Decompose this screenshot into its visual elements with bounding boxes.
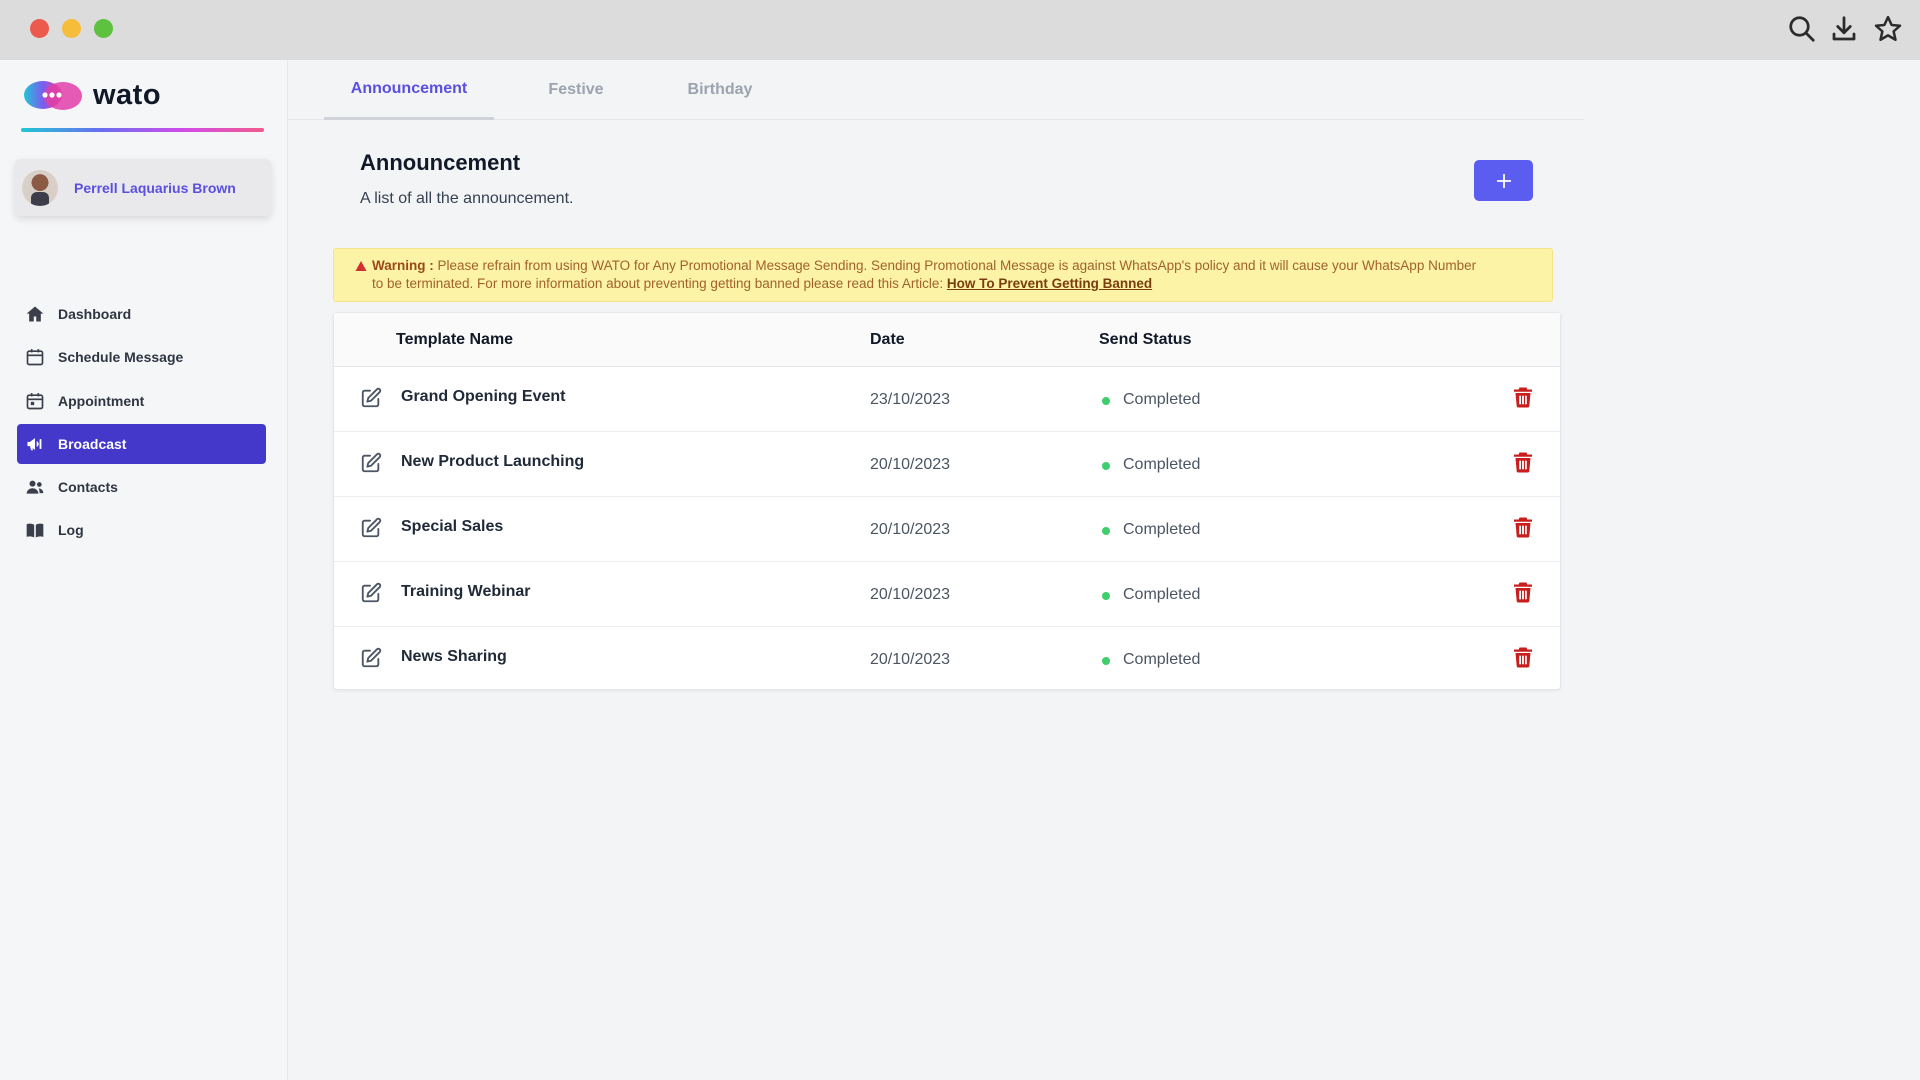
warning-triangle-icon (355, 261, 367, 271)
add-announcement-button[interactable] (1474, 160, 1533, 201)
megaphone-icon (24, 433, 46, 455)
user-profile-card[interactable]: Perrell Laquarius Brown (15, 159, 271, 216)
column-header-send-status: Send Status (1099, 331, 1192, 348)
status-dot (1102, 527, 1110, 535)
sidebar-item-dashboard[interactable]: Dashboard (17, 294, 266, 334)
send-date: 20/10/2023 (870, 651, 951, 668)
sidebar-item-label: Broadcast (58, 435, 127, 452)
user-name: Perrell Laquarius Brown (74, 179, 236, 196)
send-date: 20/10/2023 (870, 521, 951, 538)
prevent-banned-article-link[interactable]: How To Prevent Getting Banned (947, 276, 1152, 291)
trash-icon[interactable] (1513, 451, 1533, 473)
sidebar-item-label: Appointment (58, 392, 145, 409)
search-icon[interactable] (1787, 14, 1817, 44)
tab-announcement[interactable]: Announcement (324, 60, 494, 120)
template-name: New Product Launching (401, 453, 585, 470)
sidebar-item-label: Contacts (58, 479, 118, 496)
table-row: New Product Launching 20/10/2023 Complet… (334, 432, 1560, 497)
trash-icon[interactable] (1513, 581, 1533, 603)
star-icon[interactable] (1873, 14, 1903, 44)
window-maximize-button[interactable] (94, 19, 113, 38)
warning-line-2: to be terminated. For more information a… (372, 275, 1534, 293)
brand-logo[interactable]: wato (21, 75, 161, 115)
send-status: Completed (1123, 586, 1201, 603)
calendar-icon (24, 346, 46, 368)
tab-birthday[interactable]: Birthday (650, 60, 790, 120)
sidebar-item-label: Log (58, 522, 84, 539)
table-row: Special Sales 20/10/2023 Completed (334, 497, 1560, 562)
table-row: News Sharing 20/10/2023 Completed (334, 627, 1560, 692)
edit-icon[interactable] (360, 452, 382, 474)
send-date: 23/10/2023 (870, 391, 951, 408)
brand-name: wato (93, 78, 162, 111)
column-header-date: Date (870, 331, 905, 348)
edit-icon[interactable] (360, 387, 382, 409)
warning-text-2: to be terminated. For more information a… (372, 276, 944, 291)
edit-icon[interactable] (360, 517, 382, 539)
sidebar-item-broadcast[interactable]: Broadcast (17, 423, 266, 464)
table-row: Training Webinar 20/10/2023 Completed (334, 562, 1560, 627)
column-header-template-name: Template Name (396, 331, 514, 348)
warning-text-1: Please refrain from using WATO for Any P… (437, 258, 1477, 273)
announcement-table: Template Name Date Send Status Grand Ope… (333, 312, 1561, 690)
window-close-button[interactable] (30, 19, 49, 38)
sidebar-item-log[interactable]: Log (17, 510, 266, 550)
sidebar-item-label: Dashboard (58, 306, 132, 322)
plus-icon (1496, 173, 1511, 188)
send-status: Completed (1123, 456, 1201, 473)
window-minimize-button[interactable] (62, 19, 81, 38)
status-dot (1102, 592, 1110, 600)
policy-warning-banner: Warning : Please refrain from using WATO… (333, 248, 1553, 302)
edit-icon[interactable] (360, 582, 382, 604)
send-date: 20/10/2023 (870, 456, 951, 473)
template-name: News Sharing (401, 648, 507, 665)
book-icon (24, 519, 46, 541)
sidebar-item-contacts[interactable]: Contacts (17, 467, 266, 507)
trash-icon[interactable] (1513, 386, 1533, 408)
table-header: Template Name Date Send Status (334, 313, 1560, 367)
appointment-calendar-icon (24, 390, 46, 412)
page-title: Announcement (360, 150, 521, 175)
trash-icon[interactable] (1513, 516, 1533, 538)
edit-icon[interactable] (360, 647, 382, 669)
sidebar-item-label: Schedule Message (58, 349, 184, 366)
tab-festive[interactable]: Festive (514, 60, 638, 120)
send-status: Completed (1123, 391, 1201, 408)
send-status: Completed (1123, 521, 1201, 538)
sidebar-item-schedule-message[interactable]: Schedule Message (17, 337, 266, 377)
users-icon (24, 476, 46, 498)
download-icon[interactable] (1829, 14, 1859, 44)
window-titlebar (0, 0, 1920, 60)
logo-mark-icon (21, 76, 85, 114)
table-row: Grand Opening Event 23/10/2023 Completed (334, 367, 1560, 432)
template-tabs: Announcement Festive Birthday (288, 60, 1584, 120)
brand-underline (21, 128, 264, 132)
avatar (22, 169, 58, 206)
home-icon (24, 303, 46, 325)
send-date: 20/10/2023 (870, 586, 951, 603)
template-name: Training Webinar (401, 583, 531, 600)
template-name: Special Sales (401, 518, 504, 535)
sidebar: wato Perrell Laquarius Brown Dashboard S… (0, 60, 288, 1080)
status-dot (1102, 462, 1110, 470)
warning-prefix: Warning : (372, 258, 434, 273)
warning-line-1: Warning : Please refrain from using WATO… (372, 257, 1534, 275)
trash-icon[interactable] (1513, 646, 1533, 668)
page-subtitle: A list of all the announcement. (360, 190, 574, 207)
status-dot (1102, 397, 1110, 405)
sidebar-nav: Dashboard Schedule Message Appointment B… (17, 294, 266, 554)
send-status: Completed (1123, 651, 1201, 668)
template-name: Grand Opening Event (401, 388, 566, 405)
status-dot (1102, 657, 1110, 665)
sidebar-item-appointment[interactable]: Appointment (17, 381, 266, 421)
